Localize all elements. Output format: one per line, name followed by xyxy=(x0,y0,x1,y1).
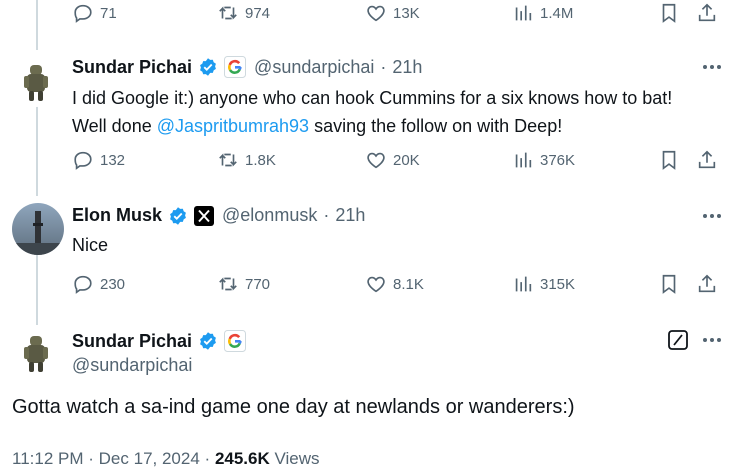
bookmark-button[interactable] xyxy=(658,273,680,295)
reply-icon xyxy=(74,4,92,23)
views-button[interactable]: 315K xyxy=(512,273,575,295)
thread-line-bottom xyxy=(36,255,38,325)
more-icon xyxy=(703,214,721,218)
edit-icon xyxy=(668,330,688,350)
thread-line-middle xyxy=(36,106,38,196)
bookmark-icon xyxy=(662,150,676,170)
meta-dot: · xyxy=(88,449,94,467)
reply-count: 71 xyxy=(100,4,117,22)
grok-edit-button[interactable] xyxy=(668,330,688,350)
verified-badge-icon xyxy=(168,206,188,226)
share-icon xyxy=(698,274,716,293)
reply-count: 132 xyxy=(100,151,126,169)
tweet-time[interactable]: 21h xyxy=(335,205,365,226)
views-chart-icon xyxy=(515,5,532,21)
repost-count: 770 xyxy=(245,275,271,293)
tweet1-line2-pre: Well done xyxy=(72,116,157,136)
separator: · xyxy=(323,205,330,225)
share-icon xyxy=(698,150,716,169)
separator: · xyxy=(380,56,387,77)
heart-icon xyxy=(367,5,385,22)
more-icon xyxy=(703,338,721,342)
views-label: Views xyxy=(274,449,320,467)
like-count: 20K xyxy=(393,151,420,169)
share-button[interactable] xyxy=(696,149,718,171)
reply-icon xyxy=(74,151,92,170)
tweet-time[interactable]: 21h xyxy=(392,57,422,78)
avatar-sundar-focus[interactable] xyxy=(10,326,62,378)
more-options-button[interactable] xyxy=(700,206,724,226)
tweet1-line1: I did Google it:) anyone who can hook Cu… xyxy=(72,88,673,108)
avatar-sundar[interactable] xyxy=(10,55,62,107)
reply-button[interactable]: 230 xyxy=(72,273,125,295)
repost-button[interactable]: 974 xyxy=(217,2,270,24)
heart-icon xyxy=(367,276,385,293)
reply-count: 230 xyxy=(100,275,126,293)
reply-button[interactable]: 132 xyxy=(72,149,125,171)
focus-header: Sundar Pichai xyxy=(72,330,247,352)
like-button[interactable]: 13K xyxy=(365,2,420,24)
share-icon xyxy=(698,3,716,22)
focus-tweet-text: Gotta watch a sa-ind game one day at new… xyxy=(12,396,575,418)
repost-icon xyxy=(219,277,237,291)
tweet2-actions: 230 770 8.1K 315K xyxy=(72,273,722,299)
author-name[interactable]: Elon Musk xyxy=(72,205,162,226)
repost-icon xyxy=(219,153,237,167)
mention-link[interactable]: @Jaspritbumrah93 xyxy=(157,116,309,136)
reply-button[interactable]: 71 xyxy=(72,2,117,24)
more-options-button[interactable] xyxy=(700,57,724,77)
more-options-button[interactable] xyxy=(700,330,724,350)
google-logo-icon xyxy=(224,330,247,352)
x-logo-icon xyxy=(194,205,215,226)
like-count: 13K xyxy=(393,4,420,22)
focus-handle[interactable]: @sundarpichai xyxy=(72,355,192,376)
verified-badge-icon xyxy=(198,331,218,351)
repost-icon xyxy=(219,6,237,20)
views-count: 376K xyxy=(540,151,576,169)
tweet-time[interactable]: 11:12 PM xyxy=(12,449,84,467)
like-button[interactable]: 20K xyxy=(365,149,420,171)
thread-line-top xyxy=(36,0,38,50)
like-button[interactable]: 8.1K xyxy=(365,273,424,295)
tweet2-header: Elon Musk @elonmusk · 21h xyxy=(72,205,365,226)
reply-icon xyxy=(74,275,92,294)
bookmark-button[interactable] xyxy=(658,2,680,24)
share-button[interactable] xyxy=(696,273,718,295)
repost-count: 974 xyxy=(245,4,271,22)
views-chart-icon xyxy=(515,276,532,292)
views-count: 315K xyxy=(540,275,576,293)
like-count: 8.1K xyxy=(393,275,424,293)
repost-button[interactable]: 770 xyxy=(217,273,270,295)
author-name[interactable]: Sundar Pichai xyxy=(72,331,192,352)
avatar-elon[interactable] xyxy=(12,203,64,255)
tweet-meta: 11:12 PM · Dec 17, 2024 · 245.6K Views xyxy=(12,449,320,467)
views-button[interactable]: 1.4M xyxy=(512,2,573,24)
tweet1-header: Sundar Pichai @sundarpichai · 21h xyxy=(72,56,422,78)
author-name[interactable]: Sundar Pichai xyxy=(72,57,192,78)
heart-icon xyxy=(367,152,385,169)
bookmark-icon xyxy=(662,274,676,294)
tweet2-text: Nice xyxy=(72,235,109,255)
tweet1-actions: 132 1.8K 20K 376K xyxy=(72,149,722,175)
author-handle[interactable]: @elonmusk xyxy=(222,205,317,226)
verified-badge-icon xyxy=(198,57,218,77)
repost-count: 1.8K xyxy=(245,151,276,169)
share-button[interactable] xyxy=(696,2,718,24)
views-button[interactable]: 376K xyxy=(512,149,575,171)
views-count: 1.4M xyxy=(540,4,574,22)
google-logo-icon xyxy=(224,56,247,78)
tweet-date[interactable]: Dec 17, 2024 xyxy=(99,449,200,467)
repost-button[interactable]: 1.8K xyxy=(217,149,276,171)
tweet1-text: I did Google it:) anyone who can hook Cu… xyxy=(72,84,672,140)
more-icon xyxy=(703,65,721,69)
tweet1-line2: Well done @Jaspritbumrah93 saving the fo… xyxy=(72,112,672,140)
views-total: 245.6K xyxy=(214,449,270,467)
meta-dot: · xyxy=(204,449,211,467)
tweet1-line2-post: saving the follow on with Deep! xyxy=(309,116,563,136)
bookmark-icon xyxy=(662,3,676,23)
top-tweet-actions: 71 974 13K 1.4M xyxy=(72,2,722,28)
bookmark-button[interactable] xyxy=(658,149,680,171)
views-chart-icon xyxy=(515,152,532,168)
author-handle[interactable]: @sundarpichai xyxy=(254,57,374,78)
